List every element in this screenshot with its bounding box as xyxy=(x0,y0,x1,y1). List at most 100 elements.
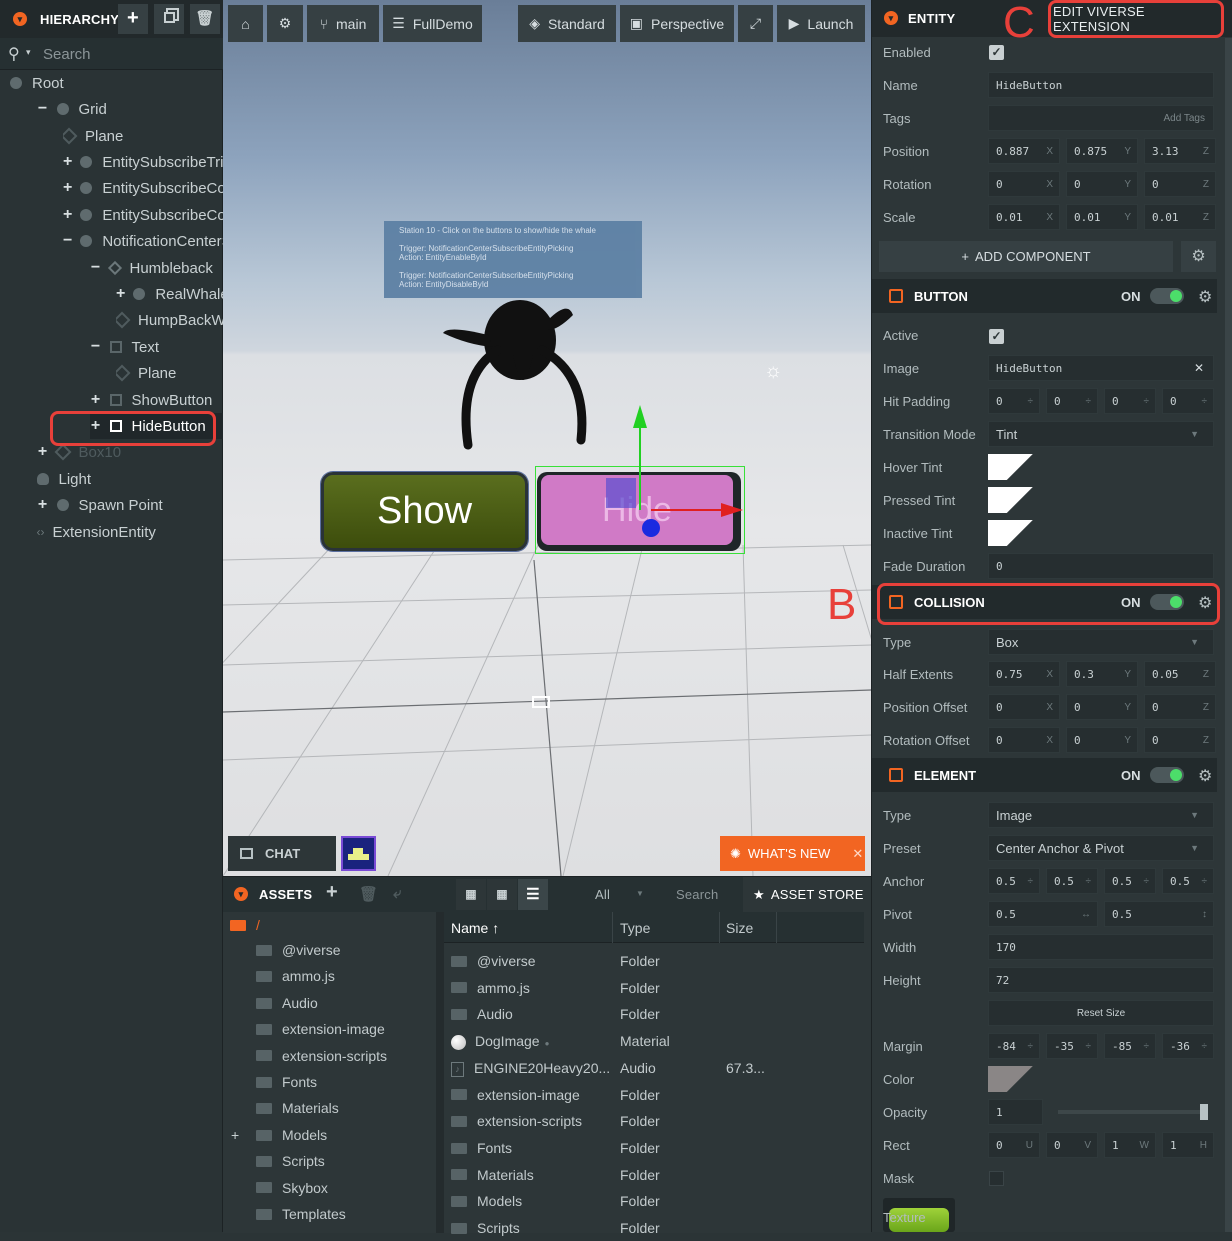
whale-model[interactable] xyxy=(438,295,598,455)
translate-gizmo[interactable] xyxy=(593,400,753,540)
collision-type-select[interactable]: Box ▼ xyxy=(988,629,1214,655)
fade-duration-field[interactable]: 0 xyxy=(988,553,1214,579)
collapse-icon[interactable]: − xyxy=(90,259,102,277)
collapse-icon[interactable]: − xyxy=(90,338,102,356)
asset-folder[interactable]: Templates xyxy=(256,1206,346,1222)
hierarchy-search[interactable]: ⚲ ▾ Search xyxy=(0,38,223,70)
asset-root[interactable]: / xyxy=(230,917,260,933)
tags-field[interactable]: Add Tags xyxy=(988,105,1214,131)
close-icon[interactable]: ✕ xyxy=(852,846,863,862)
asset-row[interactable]: Fonts Folder xyxy=(444,1137,864,1161)
color-swatch[interactable] xyxy=(988,1066,1036,1092)
inactive-tint-swatch[interactable] xyxy=(988,520,1036,546)
column-type[interactable]: Type xyxy=(620,920,650,936)
asset-row[interactable]: Audio Folder xyxy=(444,1003,864,1027)
height-field[interactable]: 72 xyxy=(988,967,1214,993)
home-button[interactable]: ⌂ xyxy=(228,5,263,42)
list-view-icon[interactable]: ☰ xyxy=(518,879,548,910)
collapse-icon[interactable]: − xyxy=(37,100,49,118)
asset-row[interactable]: ammo.js Folder xyxy=(444,977,864,1001)
asset-folder[interactable]: Scripts xyxy=(256,1153,325,1169)
add-component-button[interactable]: + ADD COMPONENT xyxy=(879,241,1173,272)
enabled-checkbox[interactable]: ✓ xyxy=(989,45,1004,60)
asset-row[interactable]: Materials Folder xyxy=(444,1164,864,1188)
hierarchy-item[interactable]: − Grid xyxy=(37,96,224,122)
render-mode-button[interactable]: ◈ Standard xyxy=(518,5,616,42)
clear-icon[interactable]: ✕ xyxy=(1194,361,1204,375)
asset-row[interactable]: Models Folder xyxy=(444,1190,864,1214)
anchor-field[interactable]: 0.5 ÷ xyxy=(1046,868,1098,894)
hierarchy-menu-icon[interactable]: ▾ xyxy=(13,12,27,26)
light-icon[interactable]: ☼ xyxy=(764,360,782,383)
hit-padding-field[interactable]: 0 ÷ xyxy=(1104,388,1156,414)
asset-folder[interactable]: extension-scripts xyxy=(256,1048,387,1064)
position-offset-field[interactable]: 0Y xyxy=(1066,694,1138,720)
rect-field[interactable]: 0V xyxy=(1046,1132,1098,1158)
hierarchy-item[interactable]: + RealWhale_ri xyxy=(116,281,223,307)
reset-size-button[interactable]: Reset Size xyxy=(988,1000,1214,1026)
asset-row[interactable]: extension-image Folder xyxy=(444,1084,864,1108)
name-field[interactable]: HideButton xyxy=(988,72,1214,98)
asset-folder[interactable]: Skybox xyxy=(256,1180,328,1196)
element-section-toggle[interactable] xyxy=(1150,767,1184,783)
hierarchy-item[interactable]: + EntitySubscribeCollis xyxy=(63,175,223,201)
scale-field[interactable]: 0.01 Y xyxy=(1066,204,1138,230)
rotation-offset-field[interactable]: 0X xyxy=(988,727,1060,753)
expand-icon[interactable]: + xyxy=(37,496,49,514)
user-avatar[interactable] xyxy=(341,836,376,871)
rotation-field[interactable]: 0Z xyxy=(1144,171,1216,197)
expand-icon[interactable]: + xyxy=(63,206,72,224)
expand-icon[interactable]: + xyxy=(63,179,72,197)
add-entity-icon[interactable]: + xyxy=(118,4,148,34)
asset-search-input[interactable]: Search xyxy=(676,887,718,902)
collapse-icon[interactable]: − xyxy=(63,232,72,250)
column-name[interactable]: Name ↑ xyxy=(451,920,499,936)
grid-small-view-icon[interactable]: ▦ xyxy=(487,879,517,910)
pivot-y-field[interactable]: 0.5 ↕ xyxy=(1104,901,1214,927)
hierarchy-item[interactable]: HumpBackW xyxy=(116,307,223,333)
opacity-field[interactable]: 1 xyxy=(988,1099,1043,1125)
expand-icon[interactable]: + xyxy=(116,285,125,303)
element-section[interactable]: ELEMENT ON ⚙ xyxy=(872,758,1217,792)
hierarchy-item[interactable]: Plane xyxy=(63,123,223,149)
settings-button[interactable]: ⚙ xyxy=(267,5,303,42)
asset-folder[interactable]: Audio xyxy=(256,995,318,1011)
branch-button[interactable]: ⑂ main xyxy=(307,5,379,42)
asset-folder[interactable]: Models xyxy=(256,1127,327,1143)
half-extents-field[interactable]: 0.3 Y xyxy=(1066,661,1138,687)
asset-folder[interactable]: ammo.js xyxy=(256,968,335,984)
scale-field[interactable]: 0.01 X xyxy=(988,204,1060,230)
image-field[interactable]: HideButton ✕ xyxy=(988,355,1214,381)
button-section[interactable]: BUTTON ON ⚙ xyxy=(872,279,1217,313)
margin-field[interactable]: -35 ÷ xyxy=(1046,1033,1098,1059)
viewport[interactable]: Station 10 - Click on the buttons to sho… xyxy=(223,0,871,876)
gear-icon[interactable]: ⚙ xyxy=(1198,766,1212,786)
filter-select[interactable]: All xyxy=(595,887,610,902)
entity-menu-icon[interactable]: ▾ xyxy=(884,11,898,25)
delete-asset-icon[interactable]: 🗑 xyxy=(359,885,378,903)
grid-large-view-icon[interactable]: ▦ xyxy=(456,879,486,910)
whats-new-banner[interactable]: ✺ WHAT'S NEW ✕ xyxy=(720,836,865,871)
rotation-field[interactable]: 0X xyxy=(988,171,1060,197)
transition-mode-select[interactable]: Tint ▼ xyxy=(988,421,1214,447)
gear-icon[interactable]: ⚙ xyxy=(1198,287,1212,307)
assets-menu-icon[interactable]: ▾ xyxy=(234,887,248,901)
fullscreen-button[interactable]: ⤢ xyxy=(738,5,773,42)
move-asset-icon[interactable]: ⤶ xyxy=(393,885,402,902)
width-field[interactable]: 170 xyxy=(988,934,1214,960)
expand-icon[interactable]: + xyxy=(63,153,72,171)
margin-field[interactable]: -84 ÷ xyxy=(988,1033,1040,1059)
half-extents-field[interactable]: 0.75 X xyxy=(988,661,1060,687)
scale-field[interactable]: 0.01 Z xyxy=(1144,204,1216,230)
camera-button[interactable]: ▣ Perspective xyxy=(620,5,734,42)
add-asset-icon[interactable]: + xyxy=(326,881,338,904)
asset-tree-scrollbar[interactable] xyxy=(436,912,444,1233)
button-section-toggle[interactable] xyxy=(1150,288,1184,304)
chevron-down-icon[interactable]: ▾ xyxy=(26,47,31,58)
hierarchy-item[interactable]: + Spawn Point xyxy=(37,492,224,518)
show-button-model[interactable]: Show xyxy=(321,472,528,551)
hierarchy-item[interactable]: + EntitySubscribeCollis xyxy=(63,202,223,228)
hierarchy-item[interactable]: ‹› ExtensionEntity xyxy=(37,519,224,545)
asset-row[interactable]: DogImage ● Material xyxy=(444,1030,864,1054)
opacity-slider[interactable] xyxy=(1058,1104,1208,1120)
